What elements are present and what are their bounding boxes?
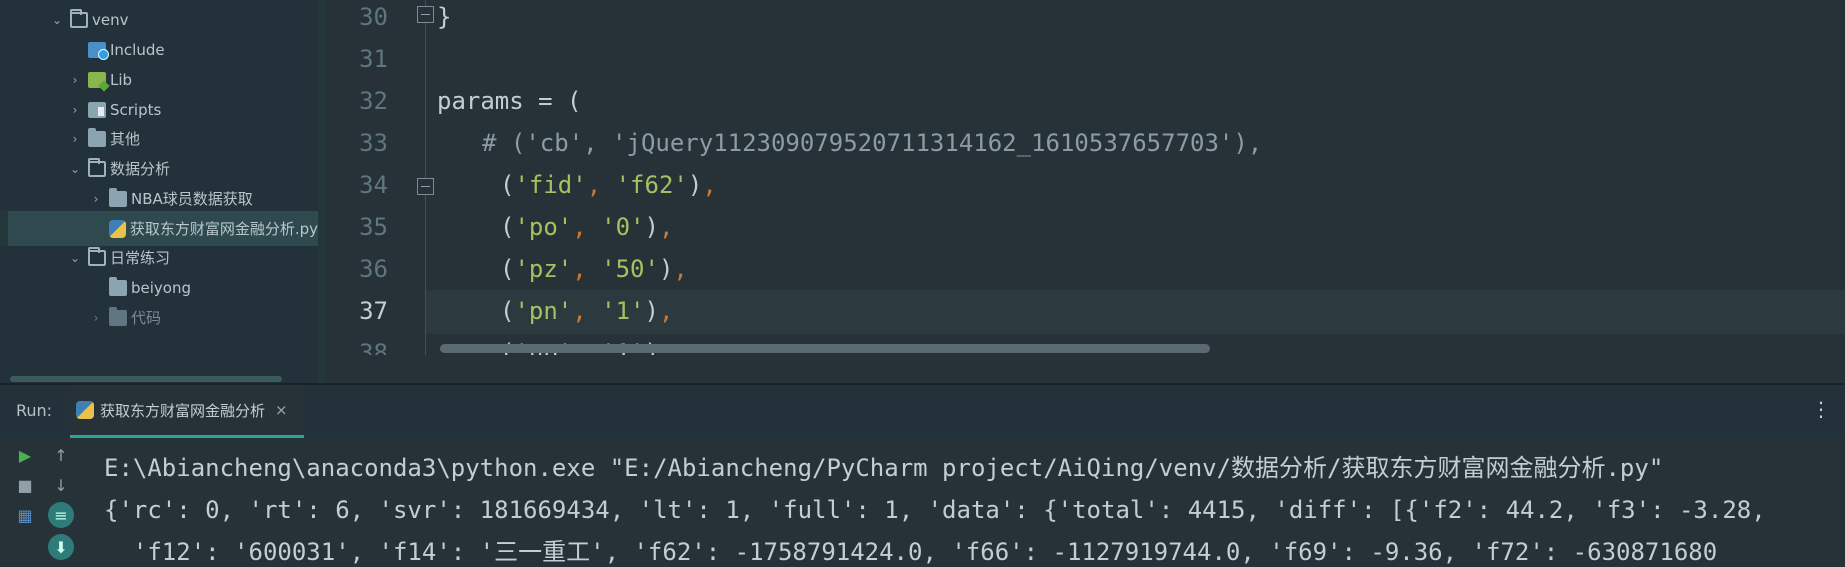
string-key: 'pz' — [514, 255, 573, 283]
tree-item-code[interactable]: › 代码 — [0, 300, 318, 335]
chevron-right-icon[interactable]: › — [89, 311, 103, 325]
string-value: 'f62' — [615, 171, 688, 199]
line-number: 31 — [359, 45, 388, 73]
folder-open-icon — [88, 157, 106, 177]
run-tab-label: 获取东方财富网金融分析 — [100, 401, 266, 420]
panel-splitter[interactable] — [318, 0, 326, 383]
fold-marker-icon[interactable] — [417, 6, 434, 23]
fold-marker-icon[interactable] — [417, 178, 434, 195]
tree-item-label: 其他 — [110, 130, 141, 148]
arrow-up-icon[interactable]: ↑ — [50, 444, 72, 466]
chevron-down-icon[interactable]: ⌄ — [68, 251, 82, 265]
run-toolbar: ▶ ↑ ■ ↓ ▦ ≡ ⬇ — [0, 438, 90, 567]
tree-item-label: beiyong — [131, 278, 191, 297]
console-output[interactable]: E:\Abiancheng\anaconda3\python.exe "E:/A… — [104, 447, 1766, 567]
folder-icon — [88, 127, 106, 147]
string-key: 'fid' — [514, 171, 587, 199]
run-header: Run: 获取东方财富网金融分析 × ⋮ — [0, 385, 1845, 438]
chevron-right-icon[interactable]: › — [89, 192, 103, 206]
code-line-32: params = ( — [437, 80, 582, 122]
code-line-37: ('pn', '1'), — [500, 297, 674, 325]
line-gutter: 30 31 32 33 34 35 36 37 38 — [326, 0, 426, 383]
python-file-icon — [109, 219, 126, 238]
chevron-right-icon[interactable]: › — [68, 132, 82, 146]
chevron-right-icon[interactable]: › — [68, 73, 82, 87]
code-editor[interactable]: 30 31 32 33 34 35 36 37 38 } params = ( … — [326, 0, 1845, 383]
editor-scroll-area — [326, 355, 1845, 383]
python-file-icon — [76, 401, 94, 419]
tree-item-label: venv — [92, 10, 129, 29]
include-folder-icon — [88, 41, 109, 60]
tree-item-label: Lib — [110, 70, 133, 89]
line-number: 32 — [359, 87, 388, 115]
code-line-34: ('fid', 'f62'), — [500, 171, 717, 199]
tree-item-label: 日常练习 — [110, 249, 171, 267]
tree-item-label: 数据分析 — [110, 160, 171, 178]
string-key: 'po' — [514, 213, 573, 241]
more-options-icon[interactable]: ⋮ — [1811, 399, 1831, 419]
console-line: E:\Abiancheng\anaconda3\python.exe "E:/A… — [104, 454, 1664, 482]
run-tool-window: Run: 获取东方财富网金融分析 × ⋮ ▶ ↑ ■ ↓ ▦ ≡ ⬇ E:\Ab… — [0, 383, 1845, 567]
folder-icon — [109, 306, 127, 326]
tree-item-label: 获取东方财富网金融分析.py — [129, 220, 318, 238]
close-icon[interactable]: × — [275, 401, 288, 419]
tree-item-label: Include — [110, 40, 165, 59]
tree-item-label: NBA球员数据获取 — [131, 190, 253, 208]
code-line-33-comment: # ('cb', 'jQuery112309079520711314162_16… — [482, 129, 1263, 157]
arrow-down-icon[interactable]: ↓ — [50, 474, 72, 496]
assignment: = ( — [523, 87, 582, 115]
editor-horizontal-scrollbar[interactable] — [440, 344, 1210, 353]
line-number: 34 — [359, 171, 388, 199]
string-key: 'pn' — [514, 297, 573, 325]
tree-item-label: 代码 — [131, 309, 162, 327]
soft-wrap-icon[interactable]: ≡ — [48, 502, 74, 528]
folder-open-icon — [70, 8, 88, 28]
stop-icon[interactable]: ■ — [14, 474, 36, 496]
identifier: params — [437, 87, 524, 115]
console-line: 'f12': '600031', 'f14': '三一重工', 'f62': -… — [104, 538, 1718, 566]
scroll-to-end-icon[interactable]: ⬇ — [48, 534, 74, 560]
line-number: 30 — [359, 3, 388, 31]
folder-icon — [109, 276, 127, 296]
scripts-folder-icon — [88, 101, 106, 118]
line-number: 36 — [359, 255, 388, 283]
project-tree-panel: ⌄ venv Include › Lib › Scripts › 其他 ⌄ 数据… — [0, 0, 318, 383]
string-value: '50' — [601, 255, 659, 283]
code-line-36: ('pz', '50'), — [500, 255, 688, 283]
string-value: '1' — [601, 297, 645, 325]
line-number: 35 — [359, 213, 388, 241]
folder-open-icon — [88, 246, 106, 266]
chevron-right-icon[interactable]: › — [68, 103, 82, 117]
layout-icon[interactable]: ▦ — [14, 504, 36, 526]
code-line-30: } — [437, 0, 451, 38]
rerun-icon[interactable]: ▶ — [14, 444, 36, 466]
brace: } — [437, 3, 452, 31]
lib-folder-icon — [88, 71, 106, 88]
tree-item-label: Scripts — [110, 100, 162, 119]
chevron-down-icon[interactable]: ⌄ — [50, 13, 64, 27]
chevron-down-icon[interactable]: ⌄ — [68, 162, 82, 176]
tree-horizontal-scrollbar[interactable] — [10, 376, 282, 382]
run-label: Run: — [16, 401, 53, 420]
code-line-35: ('po', '0'), — [500, 213, 674, 241]
line-number: 33 — [359, 129, 388, 157]
line-number-current: 37 — [359, 297, 388, 325]
run-tab[interactable]: 获取东方财富网金融分析 × — [70, 385, 304, 438]
folder-icon — [109, 187, 127, 207]
console-line: {'rc': 0, 'rt': 6, 'svr': 181669434, 'lt… — [104, 496, 1766, 524]
string-value: '0' — [601, 213, 645, 241]
